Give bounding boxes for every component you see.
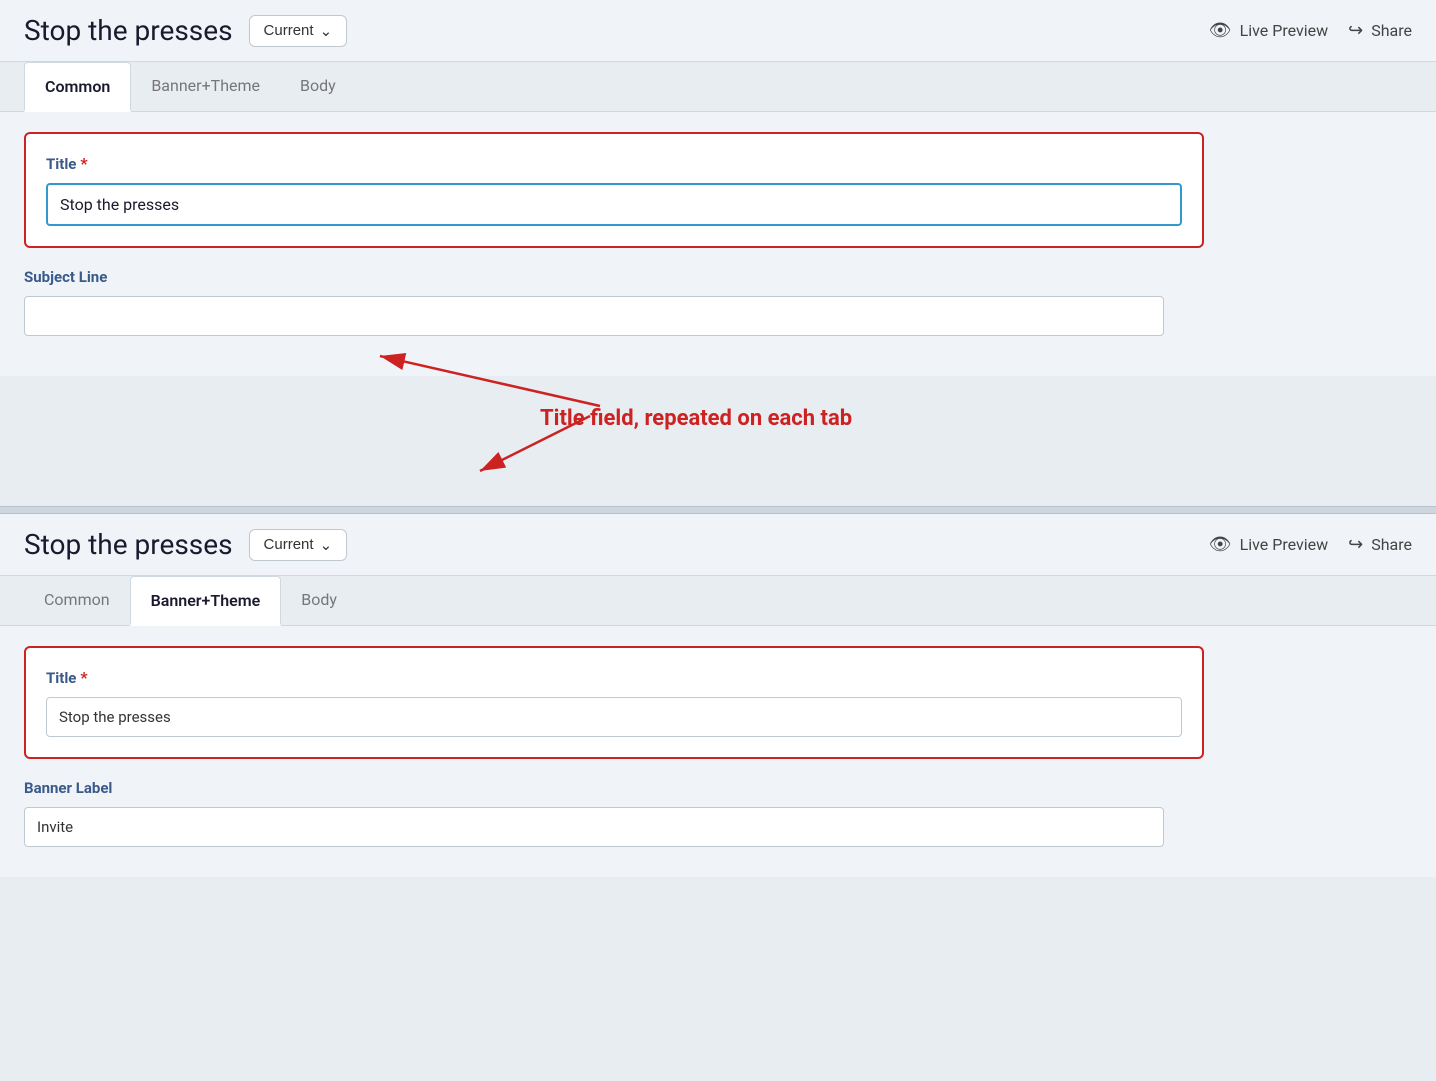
subject-section-1: Subject Line bbox=[24, 268, 1412, 346]
annotation-area: Title field, repeated on each tab bbox=[0, 376, 1436, 506]
version-label-2: Current bbox=[264, 536, 314, 553]
banner-label: Banner Label bbox=[24, 779, 1412, 797]
tab-common-1[interactable]: Common bbox=[24, 62, 131, 112]
live-preview-button-1[interactable]: 👁 Live Preview bbox=[1209, 20, 1328, 41]
version-dropdown-1[interactable]: Current ⌄ bbox=[249, 15, 348, 47]
share-icon-1: ↪ bbox=[1348, 20, 1363, 41]
title-label-1: Title * bbox=[46, 154, 1182, 173]
share-label-2: Share bbox=[1371, 535, 1412, 554]
tabs-bar-1: Common Banner+Theme Body bbox=[0, 62, 1436, 112]
header-actions-2: 👁 Live Preview ↪ Share bbox=[1209, 534, 1412, 555]
tab-common-2[interactable]: Common bbox=[24, 576, 130, 626]
live-preview-button-2[interactable]: 👁 Live Preview bbox=[1209, 534, 1328, 555]
version-dropdown-2[interactable]: Current ⌄ bbox=[249, 529, 348, 561]
tab-banner-theme-1[interactable]: Banner+Theme bbox=[131, 62, 280, 112]
required-star-2: * bbox=[80, 668, 87, 687]
panel-1-header: Stop the presses Current ⌄ 👁 Live Previe… bbox=[0, 0, 1436, 62]
header-actions-1: 👁 Live Preview ↪ Share bbox=[1209, 20, 1412, 41]
title-input-2[interactable] bbox=[46, 697, 1182, 737]
tabs-bar-2: Common Banner+Theme Body bbox=[0, 576, 1436, 626]
page-title-2: Stop the presses bbox=[24, 528, 233, 561]
chevron-down-icon-1: ⌄ bbox=[320, 22, 333, 40]
panel-divider bbox=[0, 506, 1436, 514]
required-star-1: * bbox=[80, 154, 87, 173]
tab-body-1[interactable]: Body bbox=[280, 62, 356, 112]
subject-label-1: Subject Line bbox=[24, 268, 1412, 286]
version-label-1: Current bbox=[264, 22, 314, 39]
banner-input[interactable] bbox=[24, 807, 1164, 847]
panel-2-body: Title * Banner Label bbox=[0, 626, 1436, 877]
share-button-1[interactable]: ↪ Share bbox=[1348, 20, 1412, 41]
title-label-2: Title * bbox=[46, 668, 1182, 687]
chevron-down-icon-2: ⌄ bbox=[320, 536, 333, 554]
title-input-1[interactable] bbox=[46, 183, 1182, 226]
live-preview-label-1: Live Preview bbox=[1240, 21, 1329, 40]
eye-icon-1: 👁 bbox=[1209, 20, 1232, 41]
share-label-1: Share bbox=[1371, 21, 1412, 40]
title-form-card-2: Title * bbox=[24, 646, 1204, 759]
page-wrapper: Stop the presses Current ⌄ 👁 Live Previe… bbox=[0, 0, 1436, 1081]
banner-section: Banner Label bbox=[24, 779, 1412, 847]
panel-2-header: Stop the presses Current ⌄ 👁 Live Previe… bbox=[0, 514, 1436, 576]
share-icon-2: ↪ bbox=[1348, 534, 1363, 555]
page-title-1: Stop the presses bbox=[24, 14, 233, 47]
annotation-text: Title field, repeated on each tab bbox=[540, 406, 852, 431]
share-button-2[interactable]: ↪ Share bbox=[1348, 534, 1412, 555]
tab-body-2[interactable]: Body bbox=[281, 576, 357, 626]
subject-input-1[interactable] bbox=[24, 296, 1164, 336]
title-form-card-1: Title * bbox=[24, 132, 1204, 248]
tab-banner-theme-2[interactable]: Banner+Theme bbox=[130, 576, 282, 626]
panel-1-body: Title * Subject Line bbox=[0, 112, 1436, 376]
panel-2: Stop the presses Current ⌄ 👁 Live Previe… bbox=[0, 514, 1436, 877]
panel-1: Stop the presses Current ⌄ 👁 Live Previe… bbox=[0, 0, 1436, 376]
live-preview-label-2: Live Preview bbox=[1240, 535, 1329, 554]
eye-icon-2: 👁 bbox=[1209, 534, 1232, 555]
